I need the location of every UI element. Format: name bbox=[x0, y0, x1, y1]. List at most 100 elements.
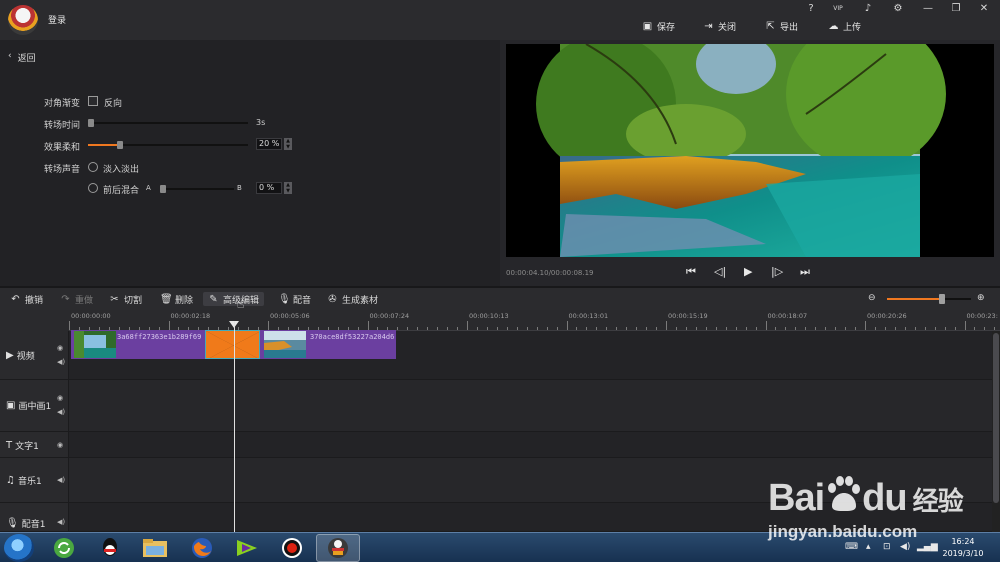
duration-slider-handle[interactable] bbox=[88, 119, 95, 127]
mix-slider-track[interactable] bbox=[160, 188, 234, 190]
login-link[interactable]: 登录 bbox=[48, 13, 66, 26]
ruler-tick-label: 00:00:10:13 bbox=[469, 312, 509, 320]
ruler-minor-tick bbox=[526, 327, 528, 330]
gear-icon[interactable]: ⚙ bbox=[887, 2, 909, 16]
mix-radio[interactable] bbox=[88, 183, 98, 193]
mix-label: 前后混合 bbox=[103, 186, 140, 196]
softness-label: 效果柔和 bbox=[43, 143, 80, 153]
video-clip[interactable]: 370ace8df53227a204d6 bbox=[260, 330, 396, 359]
restore-icon[interactable]: ❐ bbox=[945, 2, 967, 16]
upload-button[interactable]: ☁ 上传 bbox=[828, 19, 862, 33]
back-button[interactable]: ‹ 返回 bbox=[8, 51, 36, 64]
advanced-edit-button[interactable]: ✎ 高级编辑 bbox=[203, 292, 265, 306]
duration-slider-track[interactable] bbox=[88, 122, 248, 124]
ruler-tick-label: 00:00:00:00 bbox=[71, 312, 111, 320]
close-icon[interactable]: ✕ bbox=[973, 2, 995, 16]
zoom-slider-fill bbox=[887, 298, 942, 300]
eye-icon[interactable]: ◉ bbox=[57, 441, 63, 449]
mix-a-label: A bbox=[146, 184, 151, 192]
recorder-icon[interactable] bbox=[270, 534, 314, 562]
volume-icon[interactable]: ◀) bbox=[900, 542, 910, 552]
ruler-minor-tick bbox=[914, 327, 916, 330]
mix-input[interactable]: 0 % bbox=[256, 182, 282, 194]
explorer-icon[interactable] bbox=[133, 534, 177, 562]
mix-slider-handle[interactable] bbox=[160, 185, 166, 193]
track-lane[interactable] bbox=[69, 432, 992, 457]
video-editor-icon[interactable] bbox=[316, 534, 360, 562]
skip-end-icon[interactable]: ⏭ bbox=[800, 265, 810, 279]
dub-button[interactable]: 🎙 配音 bbox=[278, 292, 311, 306]
reverse-checkbox[interactable] bbox=[88, 96, 98, 106]
speaker-icon[interactable]: ◀) bbox=[57, 518, 65, 526]
play-icon[interactable]: ▶ bbox=[744, 265, 752, 278]
media-player-icon[interactable] bbox=[225, 534, 269, 562]
usb-icon[interactable]: ⊡ bbox=[883, 542, 891, 552]
ruler-minor-tick bbox=[447, 327, 449, 330]
track-text: T 文字1 ◉ bbox=[0, 432, 1000, 458]
softness-spinner[interactable]: ▲ ▼ bbox=[284, 138, 292, 150]
eye-icon[interactable]: ◉ bbox=[57, 394, 63, 402]
ruler-tick-label: 00:00:18:07 bbox=[767, 312, 808, 320]
video-clip[interactable]: 3a68ff27363e1b289f69 bbox=[71, 330, 205, 359]
time-ruler[interactable]: 00:00:00:00 00:00:02:18 00:00:05:06 00:00:0… bbox=[69, 310, 1000, 331]
ruler-tick bbox=[765, 321, 767, 330]
export-button[interactable]: ⇱ 导出 bbox=[765, 19, 798, 33]
firefox-icon[interactable] bbox=[180, 534, 224, 562]
speaker-icon[interactable]: ◀) bbox=[57, 358, 65, 366]
mix-spinner[interactable]: ▲ ▼ bbox=[284, 182, 292, 194]
delete-button[interactable]: 🗑 删除 bbox=[160, 292, 193, 306]
track-lane[interactable] bbox=[69, 503, 992, 531]
playhead-line[interactable] bbox=[234, 321, 235, 532]
ruler-minor-tick bbox=[437, 327, 439, 330]
transition-settings-panel: ‹ 返回 对角渐变 反向 转场时间 3s 效果柔和 20 % ▲ ▼ 转场声音 淡… bbox=[0, 40, 500, 286]
help-icon[interactable]: ? bbox=[800, 2, 822, 16]
vip-icon[interactable]: VIP bbox=[827, 2, 849, 16]
track-header: ♫ 音乐1 ◀) bbox=[0, 458, 69, 502]
speaker-icon[interactable]: ◀) bbox=[57, 408, 65, 416]
video-preview[interactable] bbox=[506, 44, 994, 257]
undo-button[interactable]: ↶ 撤销 bbox=[10, 292, 43, 306]
ruler-minor-tick bbox=[775, 327, 777, 330]
step-back-icon[interactable]: ◁| bbox=[714, 265, 726, 278]
ruler-minor-tick bbox=[845, 327, 847, 330]
softness-slider-handle[interactable] bbox=[117, 141, 123, 149]
save-button[interactable]: ▣ 保存 bbox=[642, 19, 675, 33]
zoom-in-icon[interactable]: ⊕ bbox=[977, 291, 985, 305]
fade-label: 淡入淡出 bbox=[103, 165, 140, 175]
clip-thumbnail bbox=[74, 331, 116, 358]
zoom-slider-handle[interactable] bbox=[938, 294, 945, 304]
text-icon: T bbox=[6, 440, 13, 451]
speaker-icon[interactable]: ◀) bbox=[57, 476, 65, 484]
track-lane[interactable] bbox=[69, 458, 992, 502]
cut-button[interactable]: ✂ 切割 bbox=[109, 292, 142, 306]
ruler-minor-tick bbox=[805, 327, 807, 330]
transition-block[interactable] bbox=[205, 330, 260, 359]
minimize-icon[interactable]: — bbox=[917, 2, 939, 16]
timeline-scrollbar-thumb[interactable] bbox=[993, 333, 999, 503]
ruler-minor-tick bbox=[427, 327, 429, 330]
ruler-tick bbox=[367, 321, 369, 330]
start-button[interactable] bbox=[4, 534, 34, 562]
keyboard-icon[interactable]: ⌨ bbox=[845, 542, 858, 552]
tray-expand-icon[interactable]: ▴ bbox=[866, 542, 871, 552]
bell-icon[interactable]: ♪ bbox=[857, 2, 879, 16]
ruler-minor-tick bbox=[835, 327, 837, 330]
ruler-minor-tick bbox=[705, 327, 707, 330]
redo-button[interactable]: ↷ 重做 bbox=[60, 292, 93, 306]
ruler-minor-tick bbox=[894, 327, 896, 330]
ruler-minor-tick bbox=[874, 327, 876, 330]
softness-input[interactable]: 20 % bbox=[256, 138, 282, 150]
step-forward-icon[interactable]: |▷ bbox=[771, 265, 783, 278]
update-icon[interactable] bbox=[42, 534, 86, 562]
generate-material-button[interactable]: ✇ 生成素材 bbox=[327, 292, 378, 306]
system-clock[interactable]: 16:24 2019/3/10 bbox=[935, 536, 991, 560]
fade-radio[interactable] bbox=[88, 162, 98, 172]
ruler-minor-tick bbox=[546, 327, 548, 330]
track-lane[interactable] bbox=[69, 380, 992, 431]
exit-button[interactable]: ⇥ 关闭 bbox=[703, 19, 736, 33]
track-label: T 文字1 bbox=[6, 440, 39, 452]
zoom-out-icon[interactable]: ⊖ bbox=[868, 291, 876, 305]
skip-start-icon[interactable]: ⏮ bbox=[686, 265, 696, 279]
eye-icon[interactable]: ◉ bbox=[57, 344, 63, 352]
qq-icon[interactable] bbox=[88, 534, 132, 562]
